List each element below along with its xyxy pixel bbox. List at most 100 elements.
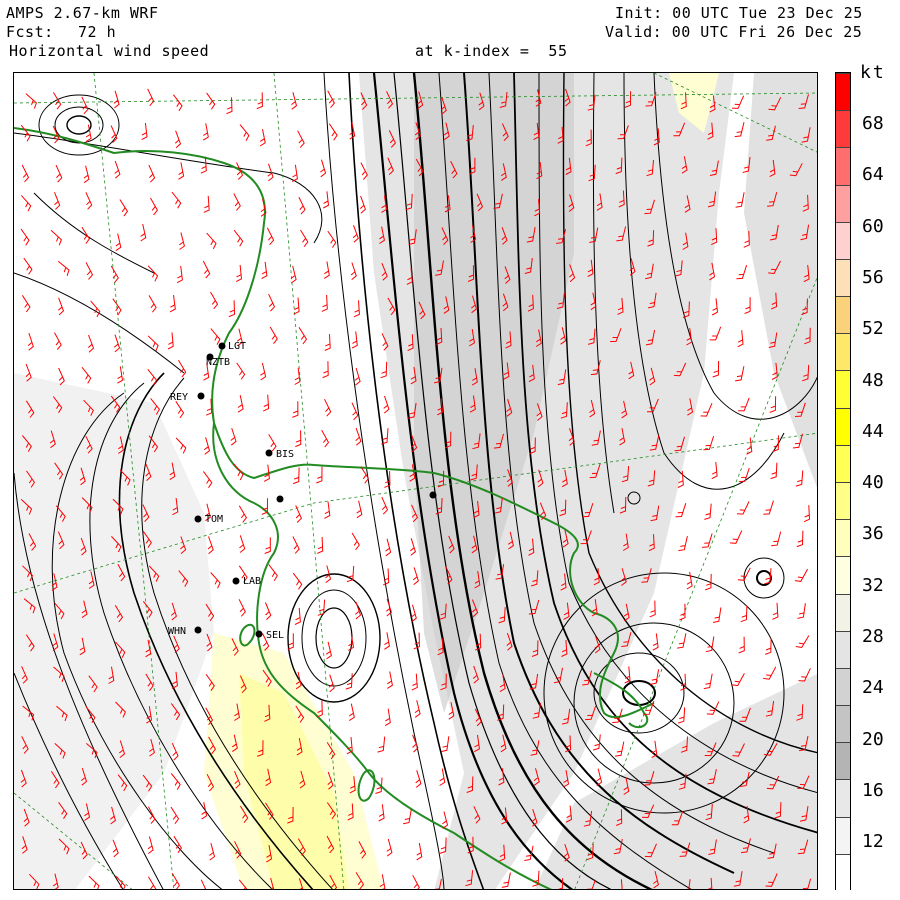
- wind-barb: [147, 368, 158, 386]
- coastline-island: [357, 769, 376, 802]
- wind-barb: [233, 193, 241, 211]
- wind-barb: [115, 233, 122, 252]
- colorbar-label: 40: [862, 472, 884, 494]
- wind-barb: [736, 501, 750, 515]
- wind-barb: [795, 470, 804, 487]
- colorbar-segment: [836, 482, 850, 520]
- level-label: at k-index = 55: [415, 42, 568, 60]
- wind-barb: [352, 225, 359, 243]
- wind-barb: [348, 703, 355, 722]
- wind-barb: [112, 839, 119, 858]
- wind-barb: [316, 466, 323, 484]
- colorbar-segment: [836, 184, 850, 222]
- wind-barb: [736, 264, 748, 280]
- colorbar-label: 52: [862, 318, 884, 340]
- wind-barb: [119, 199, 129, 217]
- wind-barb: [324, 334, 331, 351]
- wind-barb: [203, 195, 210, 213]
- colorbar-segment: [836, 333, 850, 371]
- wind-barb: [54, 332, 62, 350]
- wind-barb: [300, 229, 309, 248]
- wind-barb: [85, 262, 94, 280]
- wind-barb: [350, 262, 357, 280]
- wind-barb: [170, 806, 180, 824]
- wind-barb: [292, 401, 299, 418]
- eddy: [38, 94, 120, 156]
- station-marker[interactable]: [429, 491, 437, 499]
- wind-barb: [295, 430, 302, 448]
- wind-barb: [624, 666, 631, 684]
- wind-barb: [55, 164, 63, 183]
- station-marker[interactable]: [276, 495, 284, 503]
- colorbar-segment: [836, 296, 850, 334]
- wind-barb: [712, 360, 720, 378]
- wind-barb: [202, 471, 213, 488]
- stn-bis-label: BIS: [276, 449, 294, 460]
- wind-map[interactable]: LGT NZTB REY BIS TOM LAB WHN SEL: [13, 72, 818, 890]
- wind-barb: [734, 122, 745, 138]
- wind-barb: [264, 537, 271, 554]
- colorbar-segment: [836, 593, 850, 631]
- wind-barb: [268, 293, 276, 312]
- wind-barb: [110, 265, 119, 283]
- wind-barb: [414, 700, 421, 718]
- wind-barb: [294, 367, 301, 385]
- colorbar-segment: [836, 407, 850, 445]
- wind-barb: [291, 92, 298, 110]
- wind-barb: [769, 396, 777, 413]
- stn-lgt-marker[interactable]: [218, 342, 226, 350]
- stn-bis-marker[interactable]: [265, 449, 273, 457]
- wind-barb: [351, 532, 360, 551]
- wind-barb: [260, 199, 267, 217]
- wind-barb: [729, 530, 743, 544]
- colorbar-label: 12: [862, 831, 884, 853]
- wind-barb: [324, 501, 331, 519]
- stn-lab-marker[interactable]: [232, 577, 240, 585]
- wind-barb: [416, 842, 423, 861]
- wind-barb: [147, 836, 154, 854]
- colorbar-segment: [836, 73, 850, 111]
- wind-barb: [743, 230, 750, 248]
- wind-barb: [703, 673, 713, 690]
- wind-barb: [592, 734, 601, 751]
- wind-barb: [237, 395, 244, 413]
- stn-nztb-label: NZTB: [206, 357, 230, 368]
- wind-barb: [178, 359, 187, 378]
- wind-barb: [171, 742, 179, 761]
- colorbar-label: 20: [862, 728, 884, 750]
- wind-barb: [169, 295, 176, 313]
- stn-tom-marker[interactable]: [194, 515, 202, 523]
- wind-barb: [765, 638, 772, 655]
- wind-barb: [324, 398, 332, 417]
- wind-barb: [239, 535, 246, 553]
- wind-barb: [117, 366, 124, 384]
- wind-barb: [147, 88, 155, 107]
- stn-sel-marker[interactable]: [255, 630, 263, 638]
- wind-barb: [678, 535, 688, 552]
- wind-barb: [677, 707, 686, 724]
- stn-sel-label: SEL: [266, 630, 284, 641]
- wind-barb: [735, 192, 745, 208]
- wind-barb: [702, 533, 713, 548]
- colorbar-segment: [836, 853, 850, 891]
- wind-barb: [238, 505, 248, 523]
- wind-barb: [403, 808, 412, 825]
- wind-barb: [298, 196, 306, 215]
- wind-barb: [239, 124, 250, 141]
- wind-barb: [439, 768, 446, 786]
- stn-rey-marker[interactable]: [197, 392, 205, 400]
- wind-barb: [173, 94, 183, 112]
- stn-whn-marker[interactable]: [194, 626, 202, 634]
- wind-barb: [259, 129, 266, 147]
- colorbar-segment: [836, 444, 850, 482]
- wind-barb: [201, 801, 208, 820]
- wind-barb: [738, 397, 750, 412]
- wind-barb: [167, 332, 174, 350]
- wind-barb: [772, 602, 779, 620]
- wind-barb: [148, 164, 156, 183]
- wind-barb: [256, 92, 263, 110]
- wind-barb: [85, 192, 93, 210]
- wind-barb: [57, 297, 65, 316]
- colorbar-segment: [836, 667, 850, 706]
- wind-barb: [439, 837, 447, 854]
